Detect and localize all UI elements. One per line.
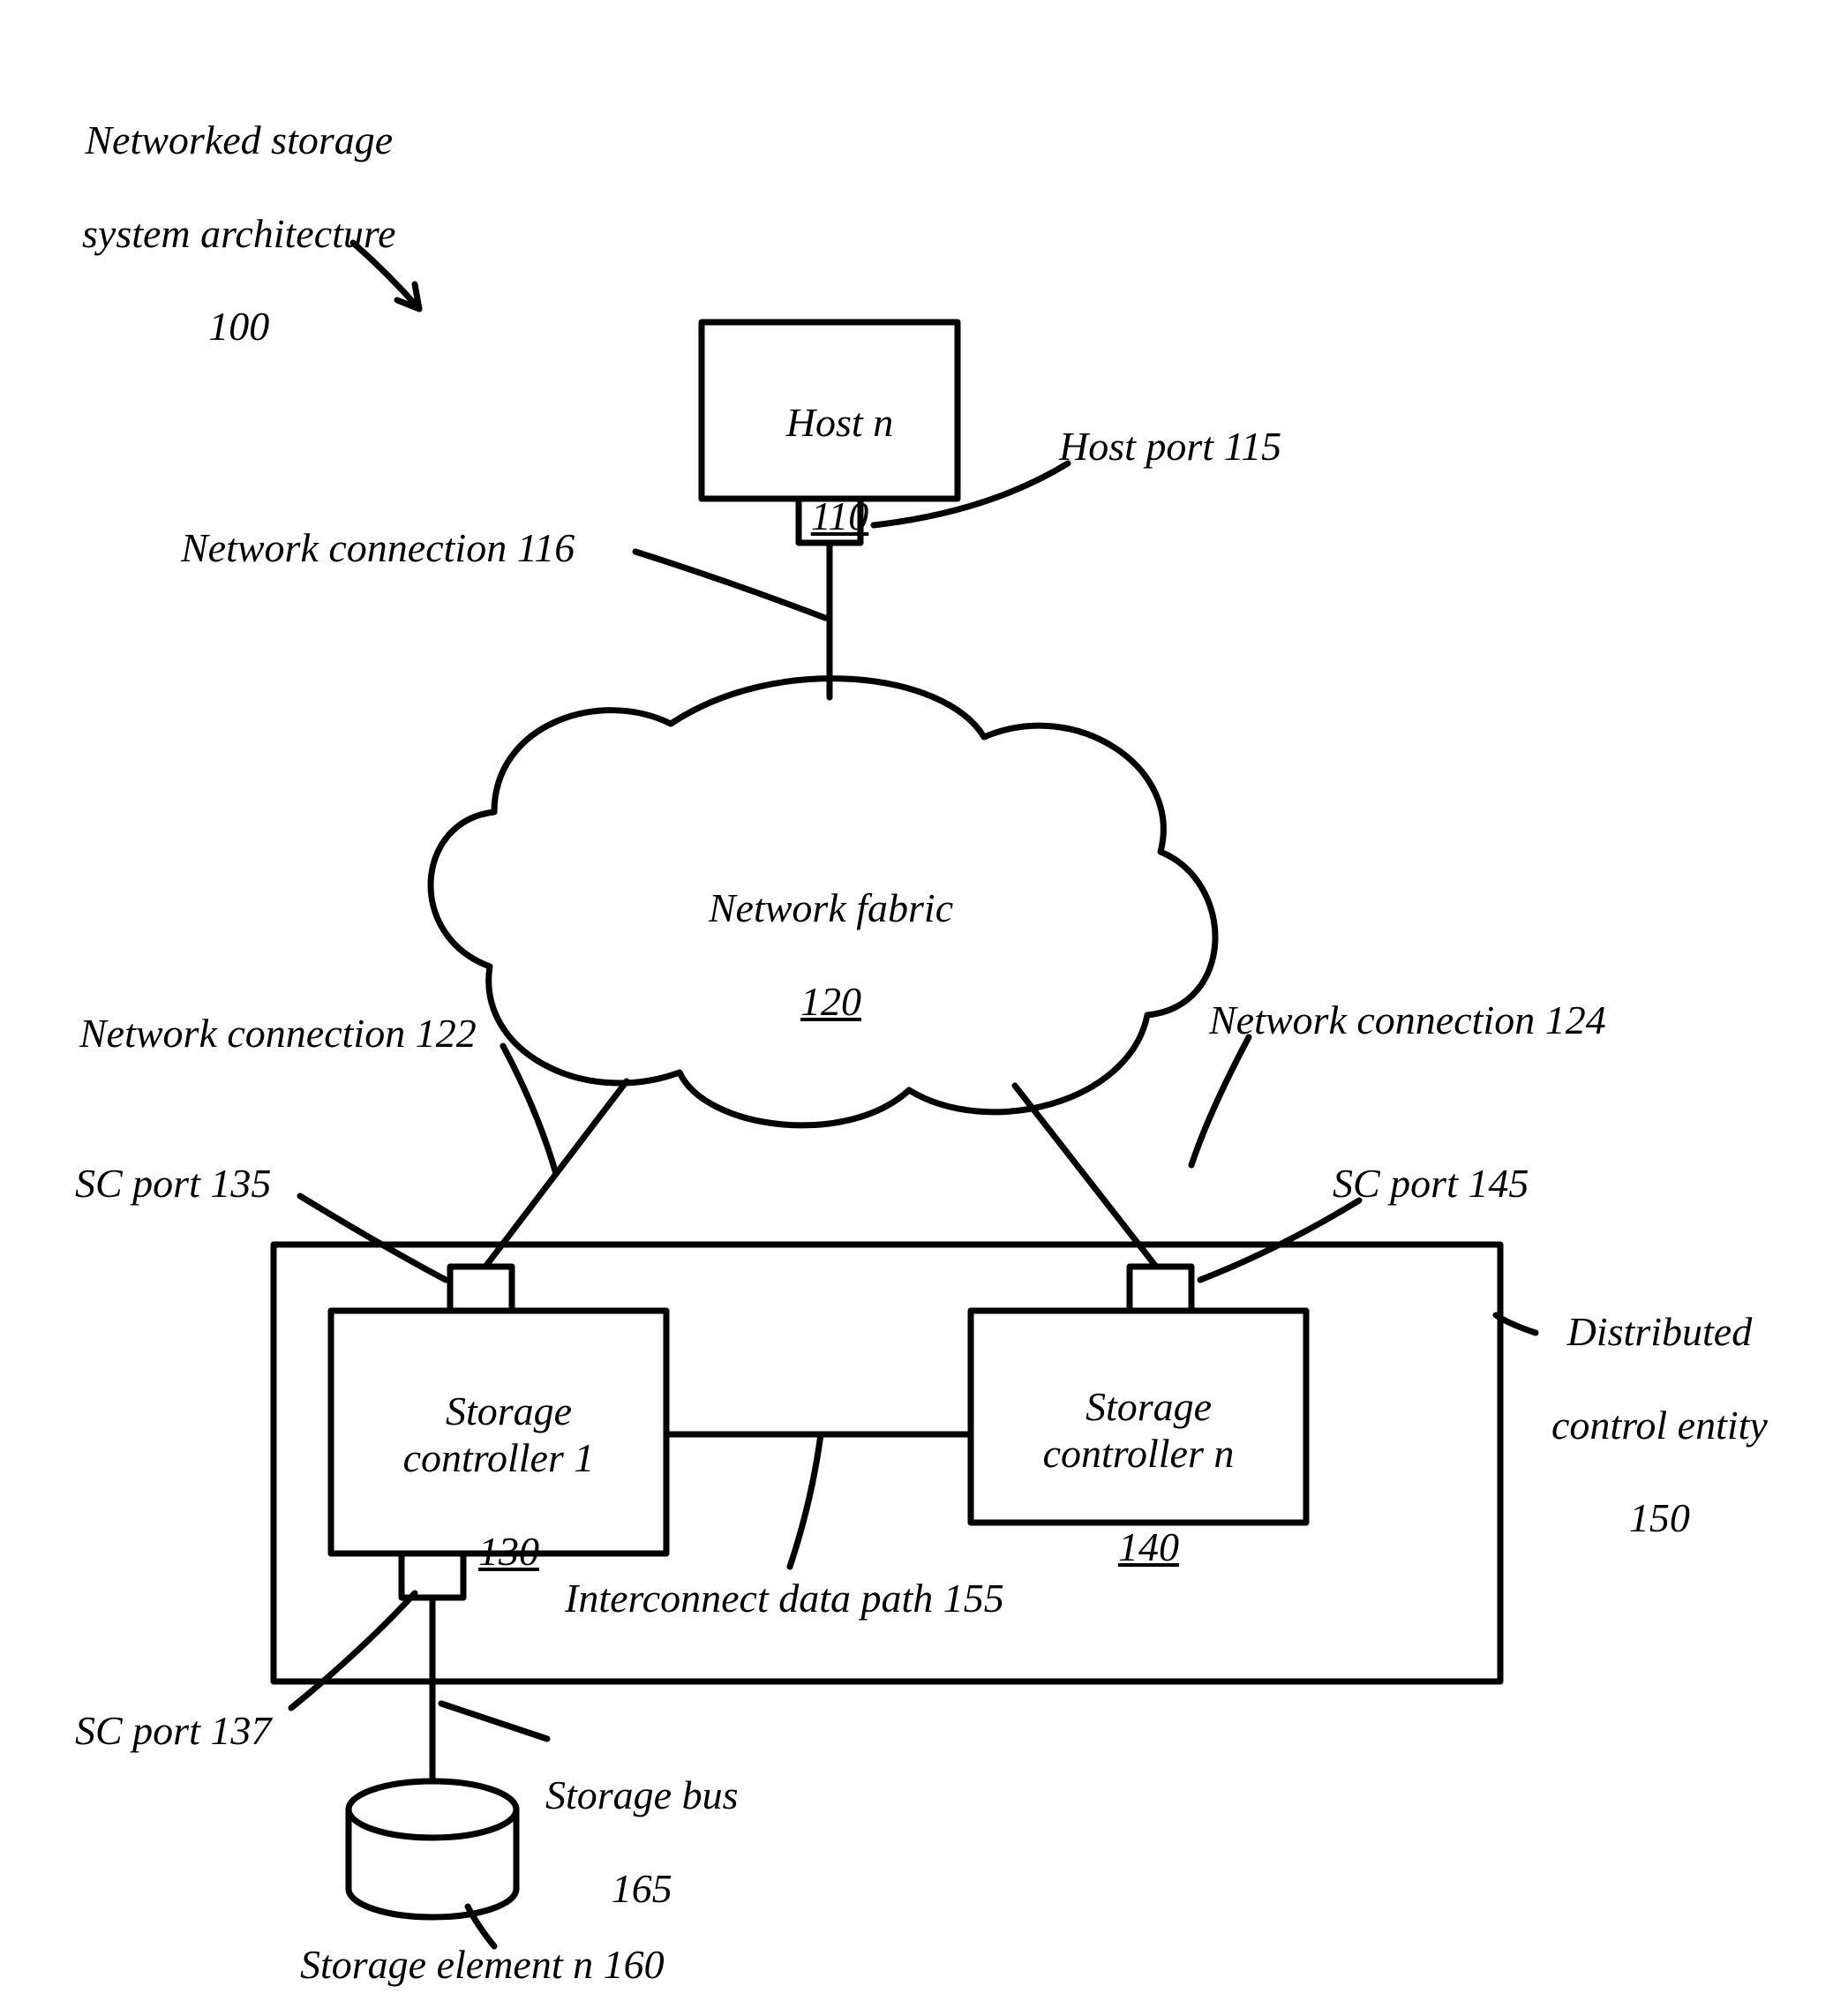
- dce-num: 150: [1629, 1495, 1690, 1540]
- dce-label: Distributed control entity 150: [1531, 1262, 1768, 1542]
- scn-name: Storage controller n: [1043, 1384, 1235, 1476]
- storagebus-line1: Storage bus: [545, 1772, 739, 1817]
- title-line2: system architecture: [82, 211, 396, 256]
- storagebus-num: 165: [612, 1866, 672, 1911]
- sc1-label: Storage controller 1 130: [331, 1342, 666, 1575]
- sc1-name: Storage controller 1: [403, 1388, 595, 1480]
- sc1-num: 130: [478, 1529, 539, 1574]
- fabric-num: 120: [800, 979, 861, 1024]
- host-port-label: Host port 115: [1059, 424, 1281, 470]
- netconn124-label: Network connection 124: [1209, 997, 1606, 1044]
- scport135-label: SC port 135: [75, 1161, 271, 1207]
- fabric-label: Network fabric 120: [635, 839, 1006, 1026]
- host-name: Host n: [786, 400, 893, 445]
- interconnect-label: Interconnect data path 155: [565, 1576, 1004, 1622]
- scn-label: Storage controller n 140: [971, 1337, 1306, 1570]
- scn-num: 140: [1118, 1524, 1179, 1569]
- dce-line2: control entity: [1551, 1403, 1768, 1448]
- scport137-label: SC port 137: [75, 1708, 271, 1755]
- storagebus-label: Storage bus 165: [525, 1726, 739, 1913]
- scport145-label: SC port 145: [1333, 1161, 1529, 1207]
- netconn122-label: Network connection 122: [79, 1011, 477, 1057]
- dce-line1: Distributed: [1567, 1309, 1753, 1354]
- title-num: 100: [208, 304, 269, 349]
- host-box-label: Host n 110: [702, 353, 958, 540]
- host-num: 110: [811, 493, 869, 538]
- title-line1: Networked storage: [85, 117, 393, 162]
- title-label: Networked storage system architecture 10…: [62, 71, 396, 350]
- fabric-name: Network fabric: [709, 885, 953, 930]
- storage-element-label: Storage element n 160: [300, 1942, 665, 1989]
- netconn116-label: Network connection 116: [181, 525, 575, 572]
- diagram-canvas: { "title": { "line1": "Networked storage…: [0, 0, 1833, 2016]
